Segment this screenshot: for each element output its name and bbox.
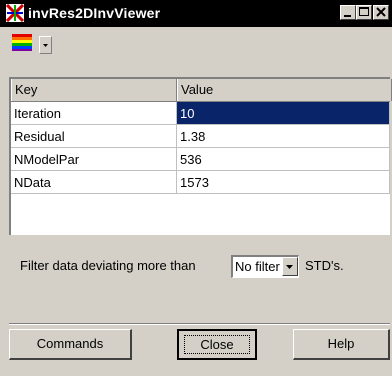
colormap-icon xyxy=(12,34,32,51)
filter-select[interactable]: No filter xyxy=(231,255,299,278)
help-button[interactable]: Help xyxy=(293,329,390,360)
close-window-button[interactable] xyxy=(373,5,389,20)
filter-label: Filter data deviating more than xyxy=(20,258,196,273)
minimize-button[interactable] xyxy=(340,5,356,20)
close-button-label: Close xyxy=(200,337,234,352)
title-bar[interactable]: invRes2DInvViewer xyxy=(0,0,392,27)
key-cell: NData xyxy=(11,171,177,194)
commands-button[interactable]: Commands xyxy=(9,329,132,360)
key-cell: Iteration xyxy=(11,102,177,125)
column-header-key[interactable]: Key xyxy=(11,79,177,101)
toolbar xyxy=(0,27,392,77)
value-cell[interactable]: 1573 xyxy=(177,171,390,194)
colormap-button[interactable] xyxy=(9,32,39,56)
maximize-icon xyxy=(359,7,369,16)
table-row[interactable]: Residual 1.38 xyxy=(11,125,390,148)
std-suffix-label: STD's. xyxy=(305,258,344,273)
key-cell: Residual xyxy=(11,125,177,148)
filter-dropdown-button[interactable] xyxy=(282,257,298,276)
help-button-label: Help xyxy=(327,336,355,351)
commands-button-label: Commands xyxy=(36,336,104,351)
minimize-icon xyxy=(344,15,351,17)
value-cell[interactable]: 1.38 xyxy=(177,125,390,148)
chevron-down-icon xyxy=(286,265,293,269)
table-row[interactable]: NModelPar 536 xyxy=(11,148,390,171)
maximize-button[interactable] xyxy=(356,5,372,20)
key-cell: NModelPar xyxy=(11,148,177,171)
column-header-value[interactable]: Value xyxy=(177,79,392,101)
divider xyxy=(9,323,390,325)
table-row[interactable]: Iteration 10 xyxy=(11,102,390,125)
key-value-table[interactable]: Key Value Iteration 10 Residual 1.38 NMo… xyxy=(9,77,392,235)
value-cell[interactable]: 536 xyxy=(177,148,390,171)
filter-select-value: No filter xyxy=(235,259,280,274)
close-icon xyxy=(376,7,386,17)
window-title: invRes2DInvViewer xyxy=(28,5,161,21)
table-row[interactable]: NData 1573 xyxy=(11,171,390,194)
table-header: Key Value xyxy=(11,79,392,102)
app-icon xyxy=(6,4,24,22)
value-cell[interactable]: 10 xyxy=(177,102,390,125)
close-button[interactable]: Close xyxy=(177,329,257,360)
chevron-down-icon xyxy=(43,44,48,47)
colormap-dropdown[interactable] xyxy=(39,36,52,54)
